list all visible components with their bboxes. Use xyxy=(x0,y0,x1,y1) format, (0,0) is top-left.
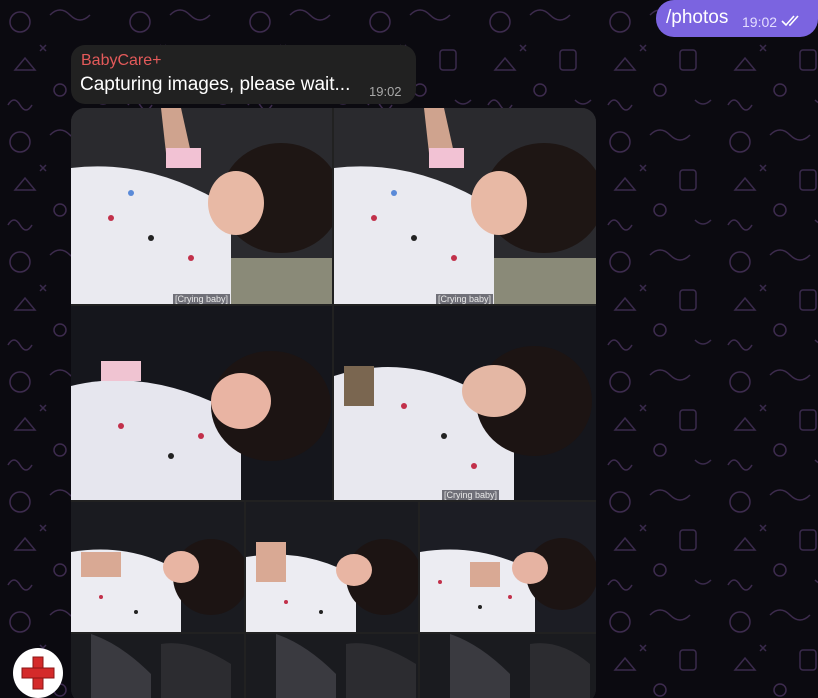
album-photo-5[interactable] xyxy=(71,502,244,632)
album-photo-9[interactable] xyxy=(246,634,418,698)
photo-caption: [Crying baby] xyxy=(442,490,500,500)
avatar[interactable] xyxy=(13,648,63,698)
photo-caption: [Crying baby] xyxy=(173,294,231,304)
album-photo-4[interactable]: [Crying baby] xyxy=(334,306,596,500)
medical-cross-icon xyxy=(21,656,55,690)
outgoing-message-bubble[interactable]: /photos 19:02 xyxy=(656,0,818,37)
album-photo-6[interactable] xyxy=(246,502,418,632)
outgoing-message-time: 19:02 xyxy=(742,14,778,30)
incoming-message-bubble[interactable]: BabyCare+ Capturing images, please wait.… xyxy=(71,45,416,104)
album-photo-1[interactable]: [Crying baby] xyxy=(71,108,332,304)
album-photo-7[interactable] xyxy=(420,502,596,632)
photo-caption: [Crying baby] xyxy=(436,294,494,304)
sender-name[interactable]: BabyCare+ xyxy=(81,52,162,70)
album-photo-8[interactable] xyxy=(71,634,244,698)
album-photo-2[interactable]: [Crying baby] xyxy=(334,108,596,304)
outgoing-message-text: /photos xyxy=(666,7,729,28)
photo-album: [Crying baby] [Crying baby] [Crying baby… xyxy=(71,108,596,698)
double-check-icon xyxy=(781,15,799,27)
incoming-message-text: Capturing images, please wait... xyxy=(80,74,351,95)
album-photo-3[interactable] xyxy=(71,306,332,500)
incoming-message-time: 19:02 xyxy=(369,84,402,99)
album-photo-10[interactable] xyxy=(420,634,596,698)
